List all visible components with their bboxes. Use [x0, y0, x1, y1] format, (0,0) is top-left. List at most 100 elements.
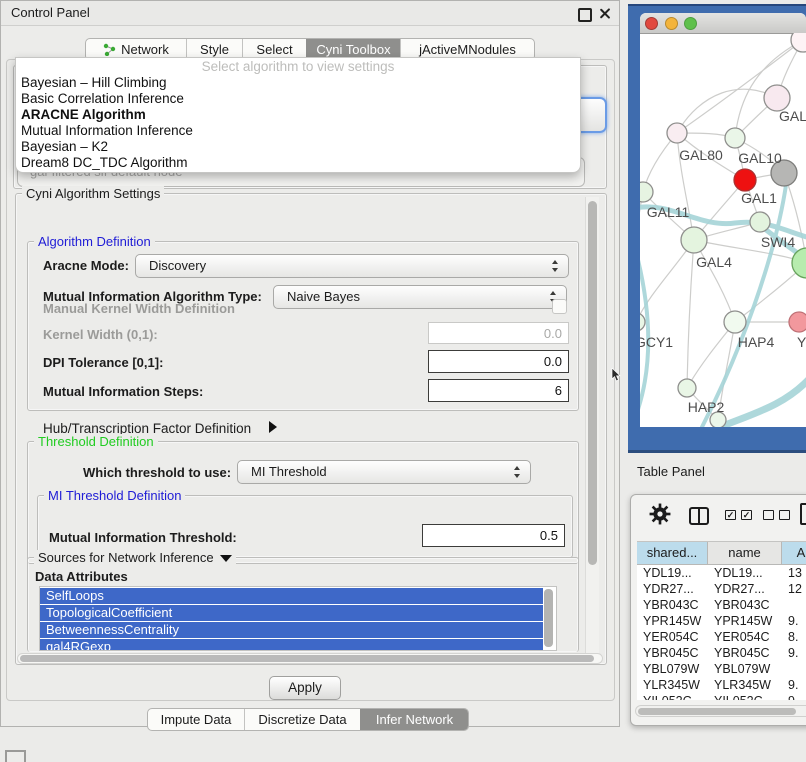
table-cell[interactable]: YPR145W: [708, 613, 782, 629]
data-attribute-item[interactable]: gal4RGexp: [40, 639, 543, 651]
node-hap2[interactable]: [678, 379, 696, 397]
node-salmon[interactable]: [789, 312, 806, 332]
settings-scrollbar-thumb[interactable]: [588, 201, 597, 565]
table-cell[interactable]: [782, 597, 806, 613]
mac-minimize-icon[interactable]: [665, 17, 678, 30]
which-threshold-combo[interactable]: MI Threshold: [237, 460, 531, 484]
table-hscrollbar-thumb[interactable]: [638, 708, 796, 715]
table-cell[interactable]: YBL079W: [708, 661, 782, 677]
mi-threshold-field[interactable]: 0.5: [422, 524, 565, 547]
algorithm-option[interactable]: Bayesian – Hill Climbing: [16, 75, 580, 91]
gear-icon[interactable]: [649, 503, 671, 525]
mac-zoom-icon[interactable]: [684, 17, 697, 30]
network-canvas[interactable]: GALGAL80GAL10GAL1GAL11SWI4GAL4GCY1HAP4YH…: [640, 33, 806, 427]
mi-threshold-label: Mutual Information Threshold:: [49, 530, 237, 545]
settings-hscrollbar-thumb[interactable]: [20, 655, 594, 662]
mi-type-value: Naive Bayes: [287, 286, 360, 308]
minimized-panel-icon[interactable]: [5, 750, 26, 762]
settings-hscrollbar[interactable]: [17, 653, 603, 664]
table-cell[interactable]: YIL052C: [637, 693, 708, 700]
node-gal10[interactable]: [725, 128, 745, 148]
table-cell[interactable]: 12: [782, 581, 806, 597]
algorithm-option[interactable]: Mutual Information Inference: [16, 123, 580, 139]
data-attributes-list[interactable]: SelfLoopsTopologicalCoefficientBetweenne…: [39, 586, 557, 651]
attributes-scrollbar-thumb[interactable]: [544, 589, 553, 647]
expand-right-icon[interactable]: [269, 421, 277, 433]
algorithm-option[interactable]: Dream8 DC_TDC Algorithm: [16, 155, 580, 171]
table-row[interactable]: YBL079WYBL079W: [637, 661, 806, 677]
data-attribute-item[interactable]: TopologicalCoefficient: [40, 605, 543, 621]
table-cell[interactable]: YBL079W: [637, 661, 708, 677]
algorithm-definition-title: Algorithm Definition: [34, 234, 155, 249]
table-cell[interactable]: YDR27...: [637, 581, 708, 597]
table-cell[interactable]: YBR043C: [637, 597, 708, 613]
table-row[interactable]: YDR27...YDR27...12: [637, 581, 806, 597]
table-cell[interactable]: YER054C: [708, 629, 782, 645]
table-cell[interactable]: YBR045C: [637, 645, 708, 661]
table-row[interactable]: YER054CYER054C8.: [637, 629, 806, 645]
table-cell[interactable]: 9.: [782, 613, 806, 629]
table-cell[interactable]: 8.: [782, 629, 806, 645]
settings-scrollbar[interactable]: [585, 197, 599, 659]
table-cell[interactable]: YDL19...: [708, 565, 782, 581]
table-cell[interactable]: YDR27...: [708, 581, 782, 597]
node-hap4[interactable]: [724, 311, 746, 333]
table-cell[interactable]: YIL052C: [708, 693, 782, 700]
float-window-icon[interactable]: [578, 8, 592, 22]
table-row[interactable]: YDL19...YDL19...13: [637, 565, 806, 581]
file-icon[interactable]: [800, 503, 806, 525]
node-swi4[interactable]: [750, 212, 770, 232]
node-gal80[interactable]: [667, 123, 687, 143]
table-row[interactable]: YLR345WYLR345W9.: [637, 677, 806, 693]
sources-group-title[interactable]: Sources for Network Inference: [34, 550, 236, 565]
table-cell[interactable]: 13: [782, 565, 806, 581]
table-cell[interactable]: YBR043C: [708, 597, 782, 613]
tab-discretize-data[interactable]: Discretize Data: [244, 709, 360, 730]
data-attribute-item[interactable]: BetweennessCentrality: [40, 622, 543, 638]
algorithm-option[interactable]: Basic Correlation Inference: [16, 91, 580, 107]
data-attribute-item[interactable]: SelfLoops: [40, 588, 543, 604]
node-gal4[interactable]: [681, 227, 707, 253]
table-row[interactable]: YIL052CYIL052C9: [637, 693, 806, 700]
close-icon[interactable]: [599, 8, 610, 19]
table-cell[interactable]: YDL19...: [637, 565, 708, 581]
algorithm-option[interactable]: Bayesian – K2: [16, 139, 580, 155]
table-cell[interactable]: YLR345W: [708, 677, 782, 693]
table-row[interactable]: YBR043CYBR043C: [637, 597, 806, 613]
table-cell[interactable]: YLR345W: [637, 677, 708, 693]
table-row[interactable]: YBR045CYBR045C9.: [637, 645, 806, 661]
columns-icon[interactable]: [689, 507, 709, 525]
table-row[interactable]: YPR145WYPR145W9.: [637, 613, 806, 629]
node-gcy1[interactable]: [640, 313, 645, 331]
manual-kernel-checkbox[interactable]: [552, 299, 567, 314]
table-cell[interactable]: 9: [782, 693, 806, 700]
node-label-y: Y: [797, 334, 806, 350]
kernel-width-field[interactable]: 0.0: [428, 322, 569, 344]
table-hscrollbar[interactable]: [635, 705, 806, 717]
table-cell[interactable]: 9.: [782, 677, 806, 693]
table-cell[interactable]: 9.: [782, 645, 806, 661]
node-gal1[interactable]: [734, 169, 756, 191]
tab-impute-data[interactable]: Impute Data: [148, 709, 244, 730]
column-header-name[interactable]: name: [708, 542, 782, 564]
node-top[interactable]: [791, 33, 806, 52]
mac-close-icon[interactable]: [645, 17, 658, 30]
dpi-tolerance-field[interactable]: 0.0: [428, 350, 569, 373]
table-cell[interactable]: YER054C: [637, 629, 708, 645]
column-header-A[interactable]: A: [782, 542, 806, 564]
aracne-mode-value: Discovery: [149, 255, 206, 277]
column-header-shared...[interactable]: shared...: [637, 542, 708, 564]
table-cell[interactable]: YBR045C: [708, 645, 782, 661]
node-label-gal80: GAL80: [679, 147, 723, 163]
table-cell[interactable]: YPR145W: [637, 613, 708, 629]
table-cell[interactable]: [782, 661, 806, 677]
mi-type-combo[interactable]: Naive Bayes: [273, 285, 567, 309]
apply-button[interactable]: Apply: [269, 676, 341, 700]
node-gal11[interactable]: [640, 182, 653, 202]
aracne-mode-combo[interactable]: Discovery: [135, 254, 569, 278]
cyni-bottom-tabbar: Impute DataDiscretize DataInfer Network: [147, 708, 469, 731]
tab-infer-network[interactable]: Infer Network: [360, 709, 468, 730]
mi-steps-field[interactable]: 6: [428, 379, 569, 402]
algorithm-option[interactable]: ARACNE Algorithm: [16, 107, 580, 123]
collapse-down-icon[interactable]: [220, 555, 232, 562]
